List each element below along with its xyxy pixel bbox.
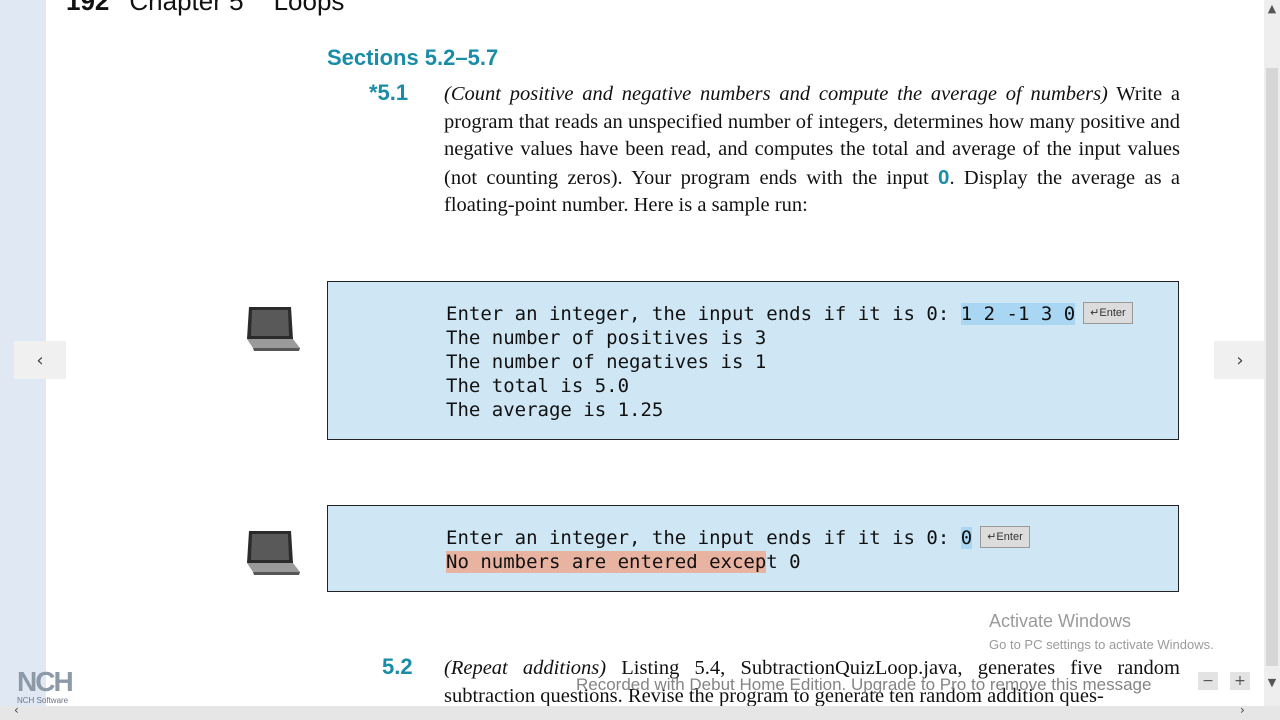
exercise-number: *5.1 [369, 80, 409, 105]
section-heading: Sections 5.2–5.7 [327, 45, 499, 70]
activate-windows-notice: Activate Windows Go to PC settings to ac… [989, 611, 1214, 652]
console-line: No numbers are entered except 0 [446, 551, 801, 573]
horizontal-scrollbar[interactable] [0, 706, 1280, 720]
console-line: The number of negatives is 1 [446, 351, 767, 373]
laptop-icon [247, 307, 300, 351]
console-prompt: Enter an integer, the input ends if it i… [446, 527, 961, 549]
laptop-icon [247, 531, 300, 575]
previous-page-button[interactable]: ‹ [14, 341, 66, 379]
highlighted-message: No numbers are entered excep [446, 551, 767, 573]
message-rest: t 0 [766, 551, 801, 573]
chevron-right-icon: › [1236, 349, 1244, 371]
console-line: The average is 1.25 [446, 399, 664, 421]
scrollbar-thumb[interactable] [1266, 68, 1278, 666]
console-line: Enter an integer, the input ends if it i… [446, 525, 1030, 550]
scroll-left-icon[interactable]: ‹ [14, 703, 19, 717]
zoom-out-button[interactable]: − [1198, 672, 1218, 690]
next-page-button[interactable]: › [1214, 341, 1266, 379]
chapter-title: Loops [273, 0, 345, 16]
console-input: 1 2 -1 3 0 [960, 303, 1076, 325]
page-header: 192 Chapter 5 Loops [66, 0, 344, 17]
nch-logo-text: NCH [17, 666, 74, 697]
exercise-title: (Count positive and negative numbers and… [444, 83, 1108, 105]
console-prompt: Enter an integer, the input ends if it i… [446, 303, 961, 325]
console-line: The total is 5.0 [446, 375, 630, 397]
sample-run-console-1: Enter an integer, the input ends if it i… [327, 281, 1179, 440]
highlight-zero: 0 [938, 165, 950, 189]
exercise-text: (Count positive and negative numbers and… [444, 81, 1180, 220]
recording-watermark: Recorded with Debut Home Edition. Upgrad… [576, 675, 1152, 694]
enter-key-button: ↵Enter [980, 525, 1030, 548]
console-line: Enter an integer, the input ends if it i… [446, 301, 1133, 326]
zoom-in-button[interactable]: + [1230, 672, 1250, 690]
activate-subtitle: Go to PC settings to activate Windows. [989, 637, 1214, 652]
scroll-right-icon[interactable]: › [1240, 703, 1245, 717]
scroll-down-icon[interactable]: ▼ [1266, 676, 1278, 689]
chevron-left-icon: ‹ [36, 349, 44, 371]
activate-title: Activate Windows [989, 611, 1132, 631]
sample-run-console-2: Enter an integer, the input ends if it i… [327, 505, 1179, 592]
enter-key-button: ↵Enter [1083, 301, 1133, 324]
scroll-up-icon[interactable]: ▲ [1266, 2, 1278, 15]
console-input: 0 [960, 527, 973, 549]
nch-logo-subtitle: NCH Software [17, 696, 69, 705]
page-number: 192 [66, 0, 110, 16]
chapter-label: Chapter 5 [129, 0, 244, 16]
console-line: The number of positives is 3 [446, 327, 767, 349]
nch-logo: NCH NCH Software [17, 666, 74, 706]
exercise-number: 5.2 [382, 654, 413, 679]
